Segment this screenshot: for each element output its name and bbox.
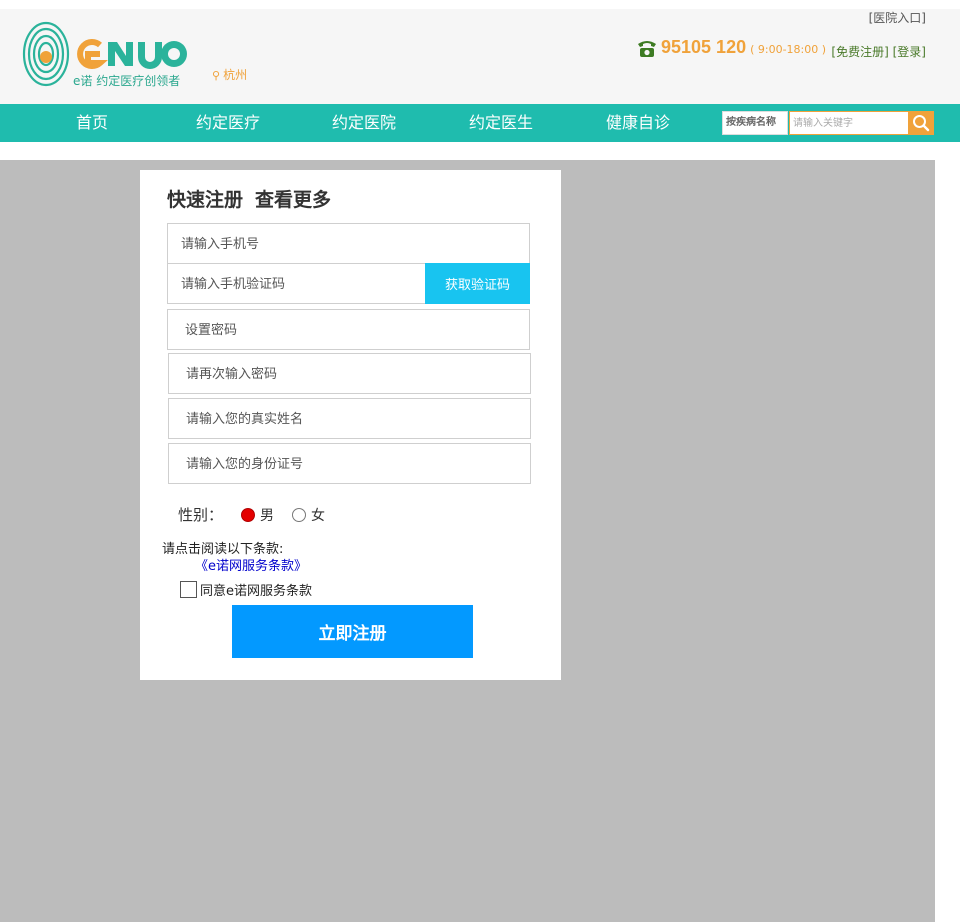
male-radio[interactable] bbox=[241, 507, 256, 522]
gender-label: 性别： bbox=[178, 506, 224, 524]
agree-label: 同意e诺网服务条款 bbox=[200, 584, 312, 599]
agree-terms[interactable]: 同意e诺网服务条款 bbox=[180, 580, 312, 599]
city-selector[interactable]: ⚲ 杭州 bbox=[212, 66, 247, 83]
password-input[interactable] bbox=[167, 309, 530, 350]
free-register-link[interactable]: [免费注册] bbox=[831, 45, 888, 59]
login-link[interactable]: [登录] bbox=[893, 45, 926, 59]
auth-links: [免费注册] [登录] bbox=[831, 43, 926, 60]
gender-group: 性别： 男 女 bbox=[178, 504, 325, 525]
search-button[interactable] bbox=[908, 111, 934, 135]
female-label: 女 bbox=[311, 507, 326, 524]
location-pin-icon: ⚲ bbox=[212, 69, 221, 82]
register-submit-button[interactable]: 立即注册 bbox=[232, 605, 473, 658]
top-strip bbox=[0, 0, 960, 9]
terms-link[interactable]: 《e诺网服务条款》 bbox=[195, 555, 307, 574]
nav-item-appointment-hospital[interactable]: 约定医院 bbox=[328, 104, 400, 142]
real-name-input[interactable] bbox=[168, 398, 531, 439]
search-type-select[interactable]: 按疾病名称 bbox=[722, 111, 788, 135]
logo-slogan: e诺 约定医疗创领者 bbox=[73, 74, 181, 88]
hotline: 95105 120 ( 9:00-18:00 ) bbox=[636, 37, 826, 58]
nav-item-self-diagnosis[interactable]: 健康自诊 bbox=[602, 104, 674, 142]
view-more-link[interactable]: 查看更多 bbox=[255, 189, 331, 211]
nav-item-home[interactable]: 首页 bbox=[62, 104, 122, 142]
hospital-entry-link[interactable]: [医院入口] bbox=[869, 9, 926, 26]
id-number-input[interactable] bbox=[168, 443, 531, 484]
nav-item-appointment-care[interactable]: 约定医疗 bbox=[192, 104, 264, 142]
nav-item-appointment-doctor[interactable]: 约定医生 bbox=[465, 104, 537, 142]
get-code-button[interactable]: 获取验证码 bbox=[425, 263, 530, 304]
phone-number: 95105 120 bbox=[661, 37, 747, 57]
quick-register-title: 快速注册 bbox=[167, 189, 244, 211]
panel-title: 快速注册 查看更多 bbox=[167, 185, 343, 212]
female-radio[interactable] bbox=[292, 507, 307, 522]
male-label: 男 bbox=[260, 507, 275, 524]
sms-code-input[interactable] bbox=[167, 263, 426, 304]
city-name: 杭州 bbox=[223, 68, 248, 82]
phone-input[interactable] bbox=[167, 223, 530, 264]
search-icon bbox=[913, 115, 930, 132]
gender-option-female[interactable]: 女 bbox=[292, 505, 325, 525]
telephone-icon bbox=[638, 40, 656, 57]
password-confirm-input[interactable] bbox=[168, 353, 531, 394]
agree-checkbox[interactable] bbox=[180, 581, 197, 598]
main-nav: 首页 约定医疗 约定医院 约定医生 健康自诊 按疾病名称 bbox=[0, 104, 960, 142]
gender-option-male[interactable]: 男 bbox=[241, 505, 292, 525]
service-hours: ( 9:00-18:00 ) bbox=[750, 43, 827, 56]
search-input[interactable] bbox=[789, 111, 909, 135]
